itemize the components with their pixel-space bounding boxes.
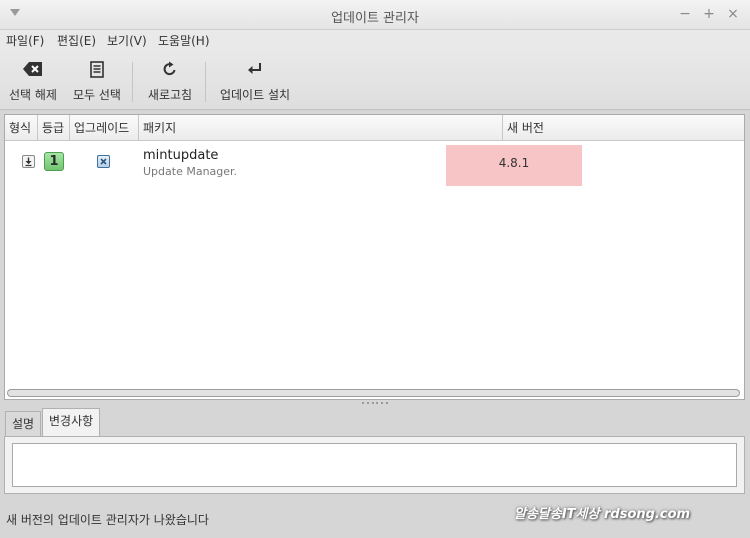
menu-bar: 파일(F) 편집(E) 보기(V) 도움말(H)	[0, 30, 750, 50]
menu-file[interactable]: 파일(F)	[6, 32, 44, 49]
backspace-icon	[23, 62, 42, 76]
package-type-icon	[22, 155, 35, 168]
install-updates-button[interactable]: 업데이트 설치	[212, 50, 298, 110]
refresh-icon	[163, 61, 176, 76]
table-row[interactable]: 1 mintupdate Update Manager. 4.8.1	[5, 143, 744, 187]
tab-changelog[interactable]: 변경사항	[42, 408, 101, 437]
check-mark-icon	[100, 158, 107, 165]
horizontal-scrollbar[interactable]	[7, 387, 742, 399]
minimize-button[interactable]: −	[677, 5, 693, 23]
select-all-label: 모두 선택	[73, 88, 121, 102]
scrollbar-thumb[interactable]	[7, 389, 740, 397]
column-package[interactable]: 패키지	[139, 115, 503, 141]
select-all-button[interactable]: 모두 선택	[66, 50, 128, 110]
clear-selection-button[interactable]: 선택 해제	[0, 50, 66, 110]
menu-help[interactable]: 도움말(H)	[158, 32, 210, 49]
column-header: 형식 등급 업그레이드 패키지 새 버전	[5, 115, 744, 141]
column-level[interactable]: 등급	[38, 115, 70, 141]
window-title: 업데이트 관리자	[331, 11, 419, 26]
title-bar: 업데이트 관리자 − + ×	[0, 0, 750, 30]
enter-icon	[248, 63, 261, 74]
clear-selection-label: 선택 해제	[9, 88, 57, 102]
toolbar: 선택 해제 모두 선택 새로고침 업데이트 설치	[0, 50, 750, 110]
toolbar-separator	[132, 62, 133, 102]
column-type[interactable]: 형식	[5, 115, 38, 141]
close-button[interactable]: ×	[725, 5, 741, 23]
detail-tabs: 설명 변경사항	[0, 408, 750, 437]
package-name: mintupdate	[143, 148, 219, 163]
pane-splitter-handle[interactable]	[362, 402, 388, 406]
status-bar: 새 버전의 업데이트 관리자가 나왔습니다 알송달송IT세상 rdsong.co…	[0, 500, 750, 538]
update-list: 형식 등급 업그레이드 패키지 새 버전 1 mintupdate Update…	[4, 114, 745, 400]
watermark: 알송달송IT세상 rdsong.com	[514, 507, 691, 522]
tab-description[interactable]: 설명	[5, 411, 42, 437]
package-description: Update Manager.	[143, 165, 238, 178]
document-icon	[90, 60, 104, 78]
menu-edit[interactable]: 편집(E)	[57, 32, 96, 49]
level-badge: 1	[44, 152, 64, 171]
column-new-version[interactable]: 새 버전	[503, 115, 744, 141]
menu-view[interactable]: 보기(V)	[107, 32, 147, 49]
column-upgrade[interactable]: 업그레이드	[70, 115, 139, 141]
changelog-textbox[interactable]	[12, 443, 737, 487]
toolbar-separator	[205, 62, 206, 102]
refresh-label: 새로고침	[147, 88, 193, 102]
install-updates-label: 업데이트 설치	[219, 88, 291, 102]
upgrade-checkbox[interactable]	[97, 155, 110, 168]
status-text: 새 버전의 업데이트 관리자가 나왔습니다	[6, 513, 209, 527]
tab-panel	[4, 436, 745, 494]
new-version-cell: 4.8.1	[446, 145, 582, 186]
new-version-value: 4.8.1	[498, 156, 530, 170]
refresh-button[interactable]: 새로고침	[138, 50, 202, 110]
maximize-button[interactable]: +	[701, 5, 717, 23]
